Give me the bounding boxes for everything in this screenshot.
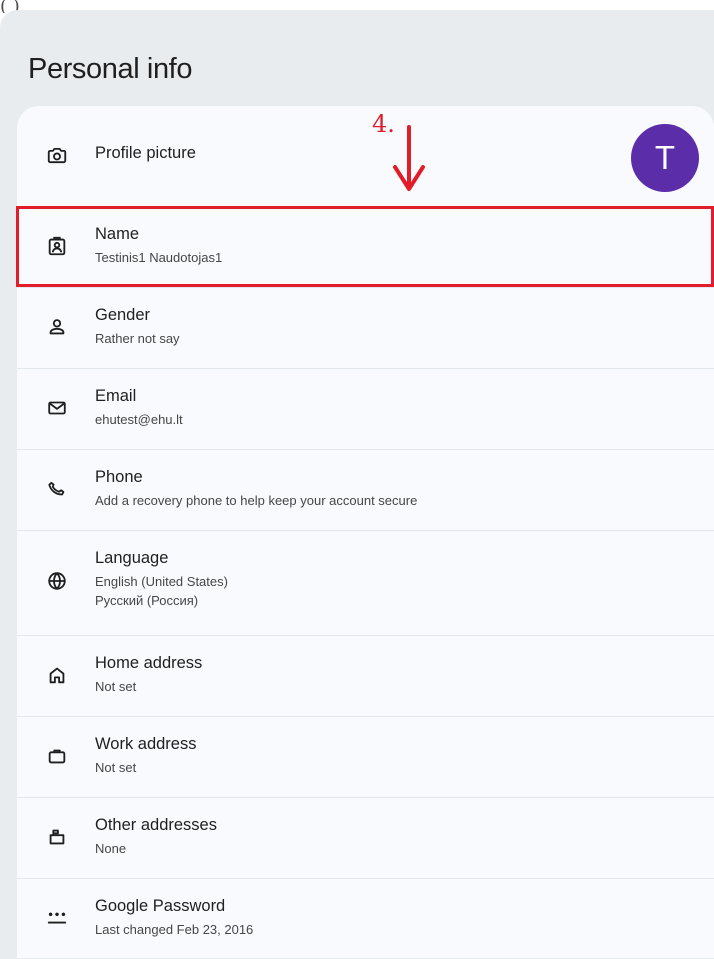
person-icon bbox=[46, 316, 68, 338]
email-label: Email bbox=[95, 387, 137, 405]
language-secondary: Русский (Россия) bbox=[95, 593, 199, 608]
page-title: Personal info bbox=[28, 53, 193, 86]
name-value: Testinis1 Naudotojas1 bbox=[95, 250, 223, 265]
personal-info-card: Profile picture T Name Testinis1 Naudoto… bbox=[17, 106, 714, 958]
briefcase-icon bbox=[46, 745, 68, 767]
camera-icon bbox=[46, 144, 68, 166]
work-address-row[interactable]: Work address Not set bbox=[17, 717, 714, 798]
phone-text: Phone Add a recovery phone to help keep … bbox=[95, 467, 694, 510]
main-content: Personal info Profile picture T Name Tes… bbox=[0, 30, 714, 959]
mailbox-icon bbox=[46, 826, 68, 848]
gender-text: Gender Rather not say bbox=[95, 305, 694, 348]
phone-hint: Add a recovery phone to help keep your a… bbox=[95, 493, 418, 508]
google-password-text: Google Password Last changed Feb 23, 201… bbox=[95, 896, 694, 939]
phone-row[interactable]: Phone Add a recovery phone to help keep … bbox=[17, 450, 714, 531]
other-addresses-value: None bbox=[95, 841, 127, 856]
phone-icon bbox=[46, 478, 68, 500]
home-address-row[interactable]: Home address Not set bbox=[17, 636, 714, 717]
avatar[interactable]: T bbox=[631, 124, 699, 192]
google-password-row[interactable]: Google Password Last changed Feb 23, 201… bbox=[17, 879, 714, 958]
password-icon bbox=[46, 907, 68, 929]
profile-picture-label: Profile picture bbox=[95, 144, 196, 162]
language-primary: English (United States) bbox=[95, 574, 228, 589]
email-value: ehutest@ehu.lt bbox=[95, 412, 183, 427]
gender-value: Rather not say bbox=[95, 331, 180, 346]
email-row[interactable]: Email ehutest@ehu.lt bbox=[17, 369, 714, 450]
personal-info-page: ( ) Personal info Profile picture T Name… bbox=[0, 0, 714, 959]
work-address-value: Not set bbox=[95, 760, 137, 775]
profile-picture-text: Profile picture bbox=[95, 143, 694, 164]
google-password-label: Google Password bbox=[95, 897, 226, 915]
language-text: Language English (United States) Русский… bbox=[95, 548, 694, 610]
content-top-edge bbox=[0, 10, 714, 30]
globe-icon bbox=[46, 570, 68, 592]
name-badge-icon bbox=[46, 235, 68, 257]
home-address-value: Not set bbox=[95, 679, 137, 694]
language-label: Language bbox=[95, 549, 169, 567]
home-icon bbox=[46, 664, 68, 686]
other-addresses-label: Other addresses bbox=[95, 816, 217, 834]
work-address-text: Work address Not set bbox=[95, 734, 694, 777]
other-addresses-row[interactable]: Other addresses None bbox=[17, 798, 714, 879]
email-text: Email ehutest@ehu.lt bbox=[95, 386, 694, 429]
google-password-value: Last changed Feb 23, 2016 bbox=[95, 922, 254, 937]
annotation-step-label: 4. bbox=[372, 110, 395, 138]
top-strip: ( ) bbox=[0, 0, 714, 30]
language-row[interactable]: Language English (United States) Русский… bbox=[17, 531, 714, 636]
gender-row[interactable]: Gender Rather not say bbox=[17, 288, 714, 369]
name-text: Name Testinis1 Naudotojas1 bbox=[95, 224, 694, 267]
gender-label: Gender bbox=[95, 306, 151, 324]
profile-picture-row[interactable]: Profile picture T bbox=[17, 106, 714, 207]
name-row[interactable]: Name Testinis1 Naudotojas1 bbox=[17, 207, 714, 288]
mail-icon bbox=[46, 397, 68, 419]
work-address-label: Work address bbox=[95, 735, 197, 753]
name-label: Name bbox=[95, 225, 140, 243]
other-addresses-text: Other addresses None bbox=[95, 815, 694, 858]
home-address-label: Home address bbox=[95, 654, 203, 672]
home-address-text: Home address Not set bbox=[95, 653, 694, 696]
phone-label: Phone bbox=[95, 468, 143, 486]
